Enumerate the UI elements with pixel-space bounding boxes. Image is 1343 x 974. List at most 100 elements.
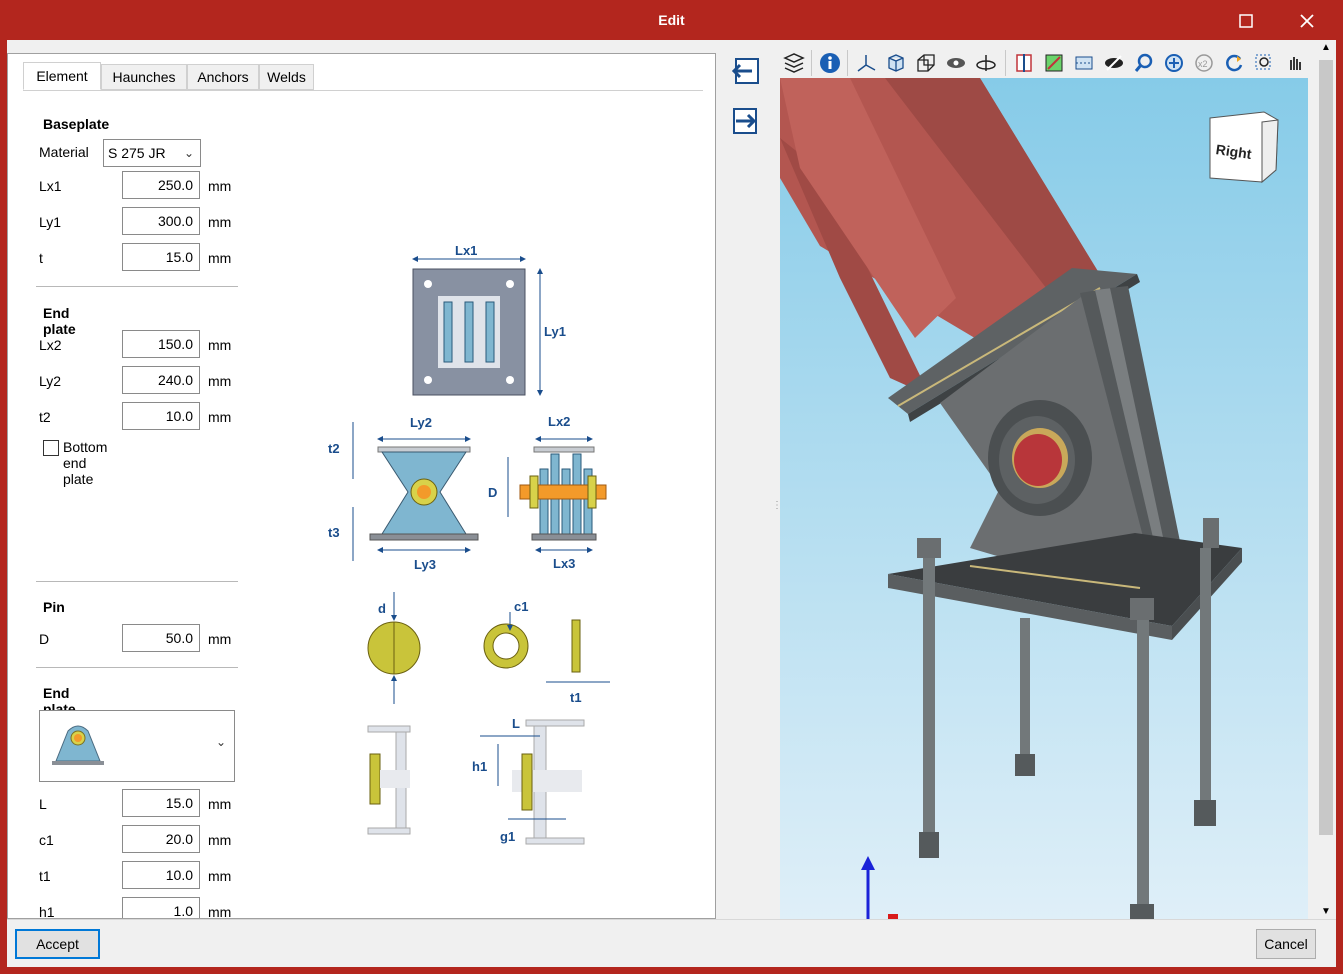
t2-unit: mm bbox=[208, 409, 232, 425]
scrollbar-thumb[interactable] bbox=[1319, 60, 1333, 835]
pin-title: Pin bbox=[43, 599, 65, 615]
d-lower-dim-label: d bbox=[378, 601, 386, 616]
d-unit: mm bbox=[208, 631, 232, 647]
zoom-previous-icon[interactable] bbox=[1133, 52, 1155, 74]
l-input[interactable]: 15.0 bbox=[122, 789, 200, 817]
lx1-unit: mm bbox=[208, 178, 232, 194]
t-input[interactable]: 15.0 bbox=[122, 243, 200, 271]
view-cube[interactable]: Right bbox=[1209, 111, 1279, 184]
toolbar-separator bbox=[847, 50, 848, 76]
pin-3d bbox=[988, 400, 1092, 516]
hide-icon[interactable] bbox=[1103, 52, 1125, 74]
vertical-scrollbar[interactable]: ▲ ▼ bbox=[1316, 40, 1336, 919]
chevron-down-icon: ⌄ bbox=[215, 735, 226, 749]
arrow-left-icon bbox=[731, 58, 759, 84]
lx1-dim-label: Lx1 bbox=[455, 243, 477, 258]
accept-button[interactable]: Accept bbox=[15, 929, 100, 959]
baseplate-3d bbox=[888, 533, 1242, 640]
window-title: Edit bbox=[658, 12, 685, 28]
zoom-x2-icon[interactable]: x2 bbox=[1193, 52, 1215, 74]
ly2-dim-label: Ly2 bbox=[410, 415, 432, 430]
maximize-icon bbox=[1239, 14, 1253, 28]
end-plate-type-select[interactable]: ⌄ bbox=[39, 710, 235, 782]
arrow-right-icon bbox=[733, 108, 757, 134]
splitter-handle[interactable]: ⋮ bbox=[772, 500, 782, 524]
view-3d-icon[interactable] bbox=[885, 52, 907, 74]
cancel-button[interactable]: Cancel bbox=[1256, 929, 1316, 959]
end-plate-shape-icon bbox=[52, 725, 104, 765]
d-upper-dim-label: D bbox=[488, 485, 497, 500]
layers-icon[interactable] bbox=[783, 52, 805, 74]
baseplate-top-view: Lx1 Ly1 bbox=[412, 243, 566, 396]
svg-text:x2: x2 bbox=[1198, 59, 1208, 69]
expand-right-button[interactable] bbox=[730, 105, 762, 137]
maximize-button[interactable] bbox=[1223, 6, 1269, 36]
d-input[interactable]: 50.0 bbox=[122, 624, 200, 652]
tab-anchors[interactable]: Anchors bbox=[187, 64, 259, 90]
divider bbox=[36, 667, 238, 668]
t1-label: t1 bbox=[39, 868, 51, 884]
axes-icon[interactable] bbox=[855, 52, 877, 74]
end-plate-side-view: Ly2 Ly3 t2 t3 bbox=[328, 415, 479, 572]
lx1-input[interactable]: 250.0 bbox=[122, 171, 200, 199]
divider bbox=[36, 581, 238, 582]
bottom-end-plate-label: Bottom end plate bbox=[63, 439, 108, 487]
baseplate-title: Baseplate bbox=[43, 116, 110, 132]
ly2-input[interactable]: 240.0 bbox=[122, 366, 200, 394]
ly1-unit: mm bbox=[208, 214, 232, 230]
c1-dim-label: c1 bbox=[514, 599, 528, 614]
bottom-end-plate-checkbox[interactable] bbox=[43, 440, 59, 456]
close-button[interactable] bbox=[1284, 6, 1330, 36]
c1-input[interactable]: 20.0 bbox=[122, 825, 200, 853]
lx2-input[interactable]: 150.0 bbox=[122, 330, 200, 358]
collapse-left-button[interactable] bbox=[730, 55, 762, 87]
end-plate-title: End plate bbox=[43, 305, 76, 337]
chevron-down-icon: ⌄ bbox=[183, 146, 194, 160]
title-bar: Edit bbox=[0, 0, 1343, 40]
scroll-up-icon[interactable]: ▲ bbox=[1321, 42, 1331, 53]
wireframe-icon[interactable] bbox=[915, 52, 937, 74]
pan-icon[interactable] bbox=[1283, 52, 1305, 74]
connection-diagram: Lx1 Ly1 Ly2 Ly3 t2 t3 Lx2 Lx3 D d c1 t1 … bbox=[248, 114, 695, 914]
axis-indicator bbox=[861, 856, 898, 920]
tab-haunches[interactable]: Haunches bbox=[101, 64, 187, 90]
c1-unit: mm bbox=[208, 832, 232, 848]
t2-input[interactable]: 10.0 bbox=[122, 402, 200, 430]
dialog-footer: Accept Cancel bbox=[7, 919, 1336, 967]
viewer-toolbar: x2 bbox=[779, 48, 1309, 78]
refresh-icon[interactable] bbox=[1223, 52, 1245, 74]
dialog-client: Element Haunches Anchors Welds Baseplate… bbox=[7, 40, 1336, 967]
ly1-input[interactable]: 300.0 bbox=[122, 207, 200, 235]
plane-icon[interactable] bbox=[1073, 52, 1095, 74]
zoom-window-icon[interactable] bbox=[1253, 52, 1275, 74]
h1-input[interactable]: 1.0 bbox=[122, 897, 200, 918]
visibility-icon[interactable] bbox=[945, 52, 967, 74]
close-icon bbox=[1300, 14, 1314, 28]
material-select[interactable]: S 275 JR ⌄ bbox=[103, 139, 201, 167]
tab-welds[interactable]: Welds bbox=[259, 64, 314, 90]
lx3-dim-label: Lx3 bbox=[553, 556, 575, 571]
scroll-down-icon[interactable]: ▼ bbox=[1321, 906, 1331, 917]
pin-detail: d c1 t1 bbox=[367, 592, 610, 705]
h1-label: h1 bbox=[39, 904, 55, 919]
lx2-label: Lx2 bbox=[39, 337, 62, 353]
t1-input[interactable]: 10.0 bbox=[122, 861, 200, 889]
3d-viewport[interactable]: Right bbox=[780, 78, 1308, 920]
d-label: D bbox=[39, 631, 50, 647]
t1-unit: mm bbox=[208, 868, 232, 884]
zoom-all-icon[interactable] bbox=[1163, 52, 1185, 74]
properties-panel: Element Haunches Anchors Welds Baseplate… bbox=[7, 53, 716, 919]
tab-element[interactable]: Element bbox=[23, 62, 101, 90]
section-icon[interactable] bbox=[1013, 52, 1035, 74]
h1-dim-label: h1 bbox=[472, 759, 487, 774]
ly2-unit: mm bbox=[208, 373, 232, 389]
lx2-dim-label: Lx2 bbox=[548, 414, 570, 429]
orbit-icon[interactable] bbox=[975, 52, 997, 74]
ly1-dim-label: Ly1 bbox=[544, 324, 566, 339]
l-dim-label: L bbox=[512, 716, 520, 731]
info-icon[interactable] bbox=[819, 52, 841, 74]
divider bbox=[36, 286, 238, 287]
end-plate-front-view: Lx2 Lx3 D bbox=[488, 414, 607, 571]
measure-icon[interactable] bbox=[1043, 52, 1065, 74]
h1-unit: mm bbox=[208, 904, 232, 919]
